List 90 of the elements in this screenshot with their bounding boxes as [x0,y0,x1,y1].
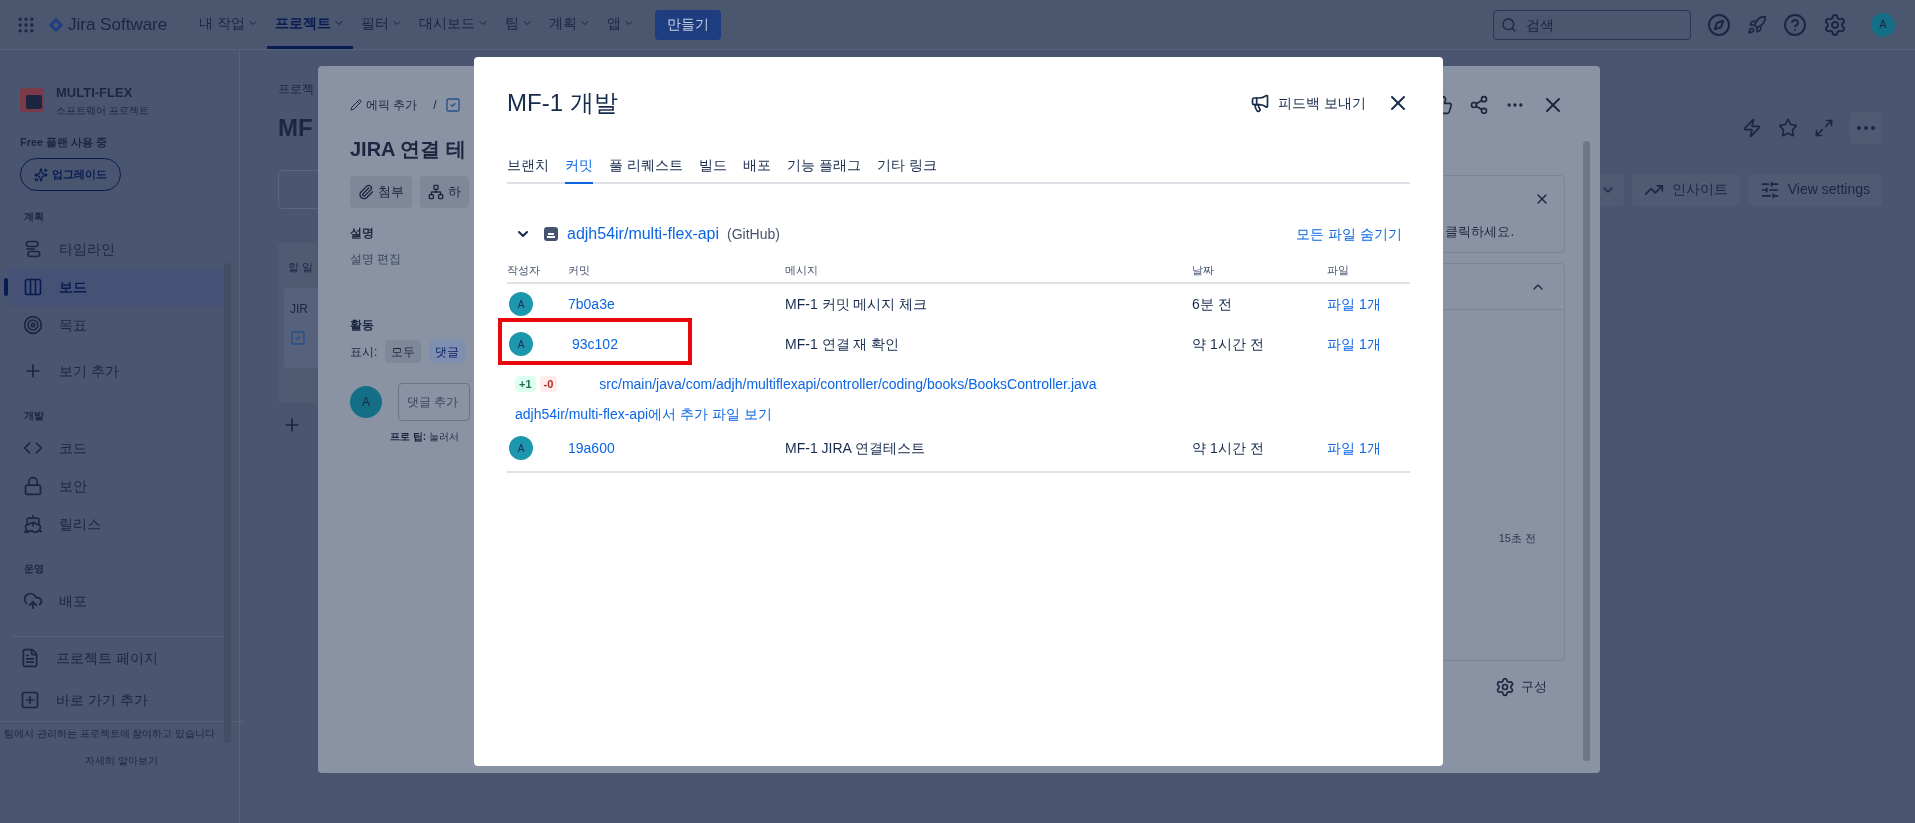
commit-message: MF-1 연결 재 확인 [785,334,901,354]
selection-indicator [4,278,8,296]
pro-tip: 프로 팁: 눌러서 [390,430,460,444]
task-icon [290,329,306,346]
column-header: 커밋 [568,262,591,278]
repository-host: (GitHub) [727,224,780,244]
lock-icon [23,476,43,496]
column-header: 작성자 [507,262,541,278]
rocket-icon[interactable] [1747,14,1767,35]
expand-icon[interactable] [1814,118,1834,138]
tab[interactable]: 브랜치 [507,155,549,184]
pencil-icon [350,99,362,111]
tab[interactable]: 배포 [742,155,771,184]
commit-date: 6분 전 [1192,294,1233,314]
dialog-title: MF-1 개발 [507,88,618,118]
files-link[interactable]: 파일 1개 [1327,437,1410,459]
ship-icon [23,514,43,534]
logo-icon [48,16,64,33]
filter-chip[interactable]: 모두 [385,340,422,363]
user-avatar[interactable]: A [1871,12,1895,37]
board-icon [23,277,43,297]
notice-text: 클릭하세요. [1445,223,1514,241]
nav-menu[interactable]: 프로젝트 [267,0,354,49]
tab[interactable]: 기타 링크 [876,155,937,184]
share-icon[interactable] [1469,95,1489,115]
compass-icon[interactable] [1707,12,1731,37]
column-header: 메시지 [785,262,819,278]
card-title: JIR [290,300,309,318]
added-lines-badge: +1 [515,375,536,393]
help-icon[interactable] [1783,12,1807,37]
tab[interactable]: 풀 리퀘스트 [609,155,683,184]
tab[interactable]: 커밋 [565,155,593,184]
user-avatar: A [350,386,382,418]
file-path-link[interactable]: src/main/java/com/adjh/multiflexapi/controller/coding/books/BooksController.java [599,373,1097,395]
description-heading: 설명 [350,225,375,242]
add-epic-link[interactable]: 에픽 추가 [350,96,418,114]
sparkle-icon [34,167,48,182]
add-shortcut-icon [20,690,40,710]
commit-date: 약 1시간 전 [1192,334,1265,354]
hide-files-link[interactable]: 모든 파일 숨기기 [1296,223,1402,245]
timeline-icon [23,239,43,259]
page-icon [20,648,40,668]
commit-message: MF-1 JIRA 연결테스트 [785,438,926,458]
files-link[interactable]: 파일 1개 [1327,293,1410,315]
configure-button[interactable]: 구성 [1495,677,1547,697]
lightning-icon[interactable] [1742,118,1762,138]
task-icon [444,97,461,113]
feedback-button[interactable]: 피드백 보내기 [1250,92,1366,114]
commit-message: MF-1 커밋 메시지 체크 [785,294,929,314]
create-button[interactable]: 만들기 [655,9,722,40]
paperclip-icon [358,184,374,200]
description-field[interactable]: 설명 편집 [350,250,474,268]
target-icon [23,315,43,335]
more-button[interactable] [1850,112,1882,144]
repository-link[interactable]: adjh54ir/multi-flex-api [567,222,720,246]
author-avatar: A [509,292,533,316]
commit-link[interactable]: 93c102 [568,333,785,355]
column-header: 날짜 [1192,262,1215,278]
more-icon [1856,126,1876,130]
show-label: 표시: [350,343,378,361]
timestamp: 15초 전 [1498,531,1536,546]
files-link[interactable]: 파일 1개 [1327,333,1410,355]
activity-heading: 활동 [350,317,375,334]
commit-link[interactable]: 7b0a3e [568,293,785,315]
scrollbar[interactable] [1583,141,1590,761]
hierarchy-icon [428,184,444,200]
megaphone-icon [1250,93,1271,113]
action-button[interactable]: 하 [420,176,469,208]
cloud-upload-icon [23,591,43,611]
author-avatar: A [509,332,533,356]
tab[interactable]: 기능 플래그 [786,155,861,184]
project-logo-icon [20,88,44,113]
issue-title: JIRA 연결 테 [350,137,467,162]
search-icon [1501,16,1517,33]
author-avatar: A [509,436,533,460]
star-icon[interactable] [1778,118,1798,138]
action-button[interactable]: 첨부 [350,176,412,208]
breadcrumb-separator: / [433,97,437,114]
column-header: 파일 [1327,262,1350,278]
tab[interactable]: 빌드 [698,155,727,184]
comment-field[interactable]: 댓글 추가 [398,383,470,421]
more-files-link[interactable]: adjh54ir/multi-flex-api에서 추가 파일 보기 [515,400,772,428]
commit-date: 약 1시간 전 [1192,438,1265,458]
repository-icon [543,226,559,242]
commit-link[interactable]: 19a600 [568,437,785,459]
filter-chip[interactable]: 댓글 [429,340,466,363]
sliders-icon [1759,179,1780,200]
removed-lines-badge: -0 [539,375,558,393]
gear-icon [1495,677,1515,697]
settings-icon[interactable] [1823,12,1847,37]
